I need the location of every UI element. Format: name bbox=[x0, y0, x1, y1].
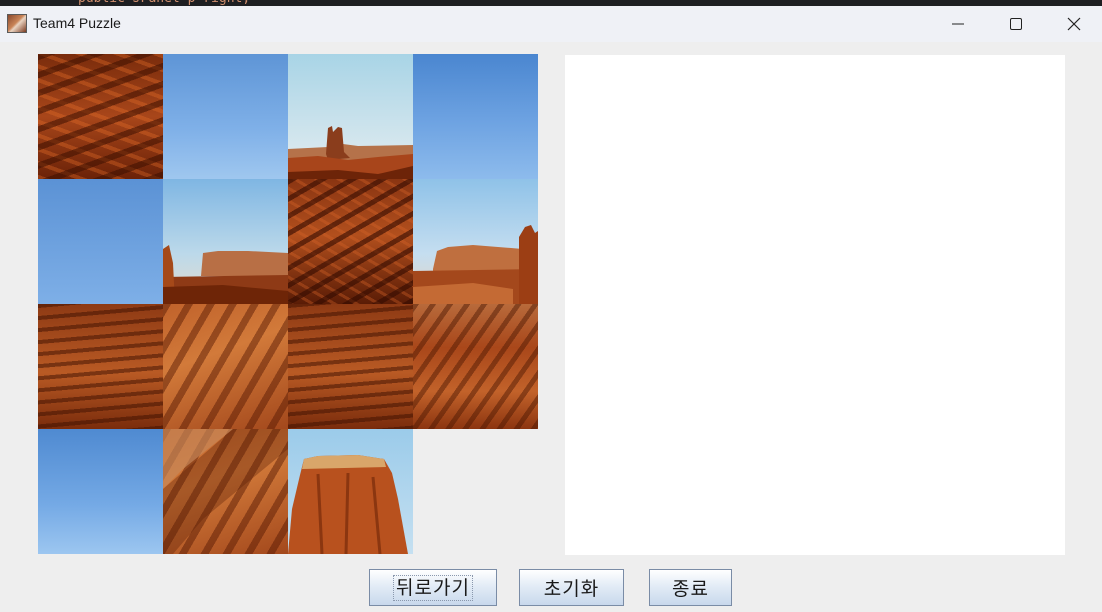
butte-top-tile-icon bbox=[288, 429, 413, 554]
empty-tile[interactable] bbox=[413, 429, 538, 554]
puzzle-tile-13[interactable] bbox=[38, 429, 163, 554]
puzzle-tile-10[interactable] bbox=[163, 304, 288, 429]
rock-slope-tile-icon bbox=[163, 429, 288, 554]
butte-spire-tile-icon bbox=[288, 54, 413, 179]
close-icon bbox=[1067, 17, 1081, 31]
mesa-spire-tile-icon bbox=[413, 179, 538, 304]
window-title: Team4 Puzzle bbox=[33, 15, 121, 31]
puzzle-tile-2[interactable] bbox=[163, 54, 288, 179]
puzzle-board bbox=[38, 54, 538, 554]
puzzle-tile-4[interactable] bbox=[413, 54, 538, 179]
puzzle-tile-12[interactable] bbox=[413, 304, 538, 429]
puzzle-tile-1[interactable] bbox=[38, 54, 163, 179]
back-button[interactable]: 뒤로가기 bbox=[369, 569, 497, 606]
reset-button-label: 초기화 bbox=[543, 578, 600, 600]
app-icon bbox=[7, 14, 27, 33]
puzzle-tile-11[interactable] bbox=[288, 304, 413, 429]
puzzle-tile-7[interactable] bbox=[288, 179, 413, 304]
puzzle-tile-3[interactable] bbox=[288, 54, 413, 179]
button-bar: 뒤로가기 초기화 종료 bbox=[0, 569, 1102, 607]
puzzle-tile-15[interactable] bbox=[288, 429, 413, 554]
mesa-horizon-tile-icon bbox=[163, 179, 288, 304]
puzzle-tile-9[interactable] bbox=[38, 304, 163, 429]
preview-panel bbox=[565, 55, 1065, 555]
minimize-icon bbox=[952, 23, 964, 25]
back-button-label: 뒤로가기 bbox=[393, 574, 473, 601]
title-bar: Team4 Puzzle bbox=[0, 6, 1102, 42]
maximize-button[interactable] bbox=[987, 6, 1045, 42]
minimize-button[interactable] bbox=[929, 6, 987, 42]
puzzle-tile-14[interactable] bbox=[163, 429, 288, 554]
puzzle-tile-5[interactable] bbox=[38, 179, 163, 304]
maximize-icon bbox=[1010, 18, 1022, 30]
puzzle-tile-8[interactable] bbox=[413, 179, 538, 304]
exit-button[interactable]: 종료 bbox=[649, 569, 732, 606]
close-button[interactable] bbox=[1045, 6, 1102, 42]
exit-button-label: 종료 bbox=[672, 578, 709, 600]
puzzle-tile-6[interactable] bbox=[163, 179, 288, 304]
reset-button[interactable]: 초기화 bbox=[519, 569, 624, 606]
